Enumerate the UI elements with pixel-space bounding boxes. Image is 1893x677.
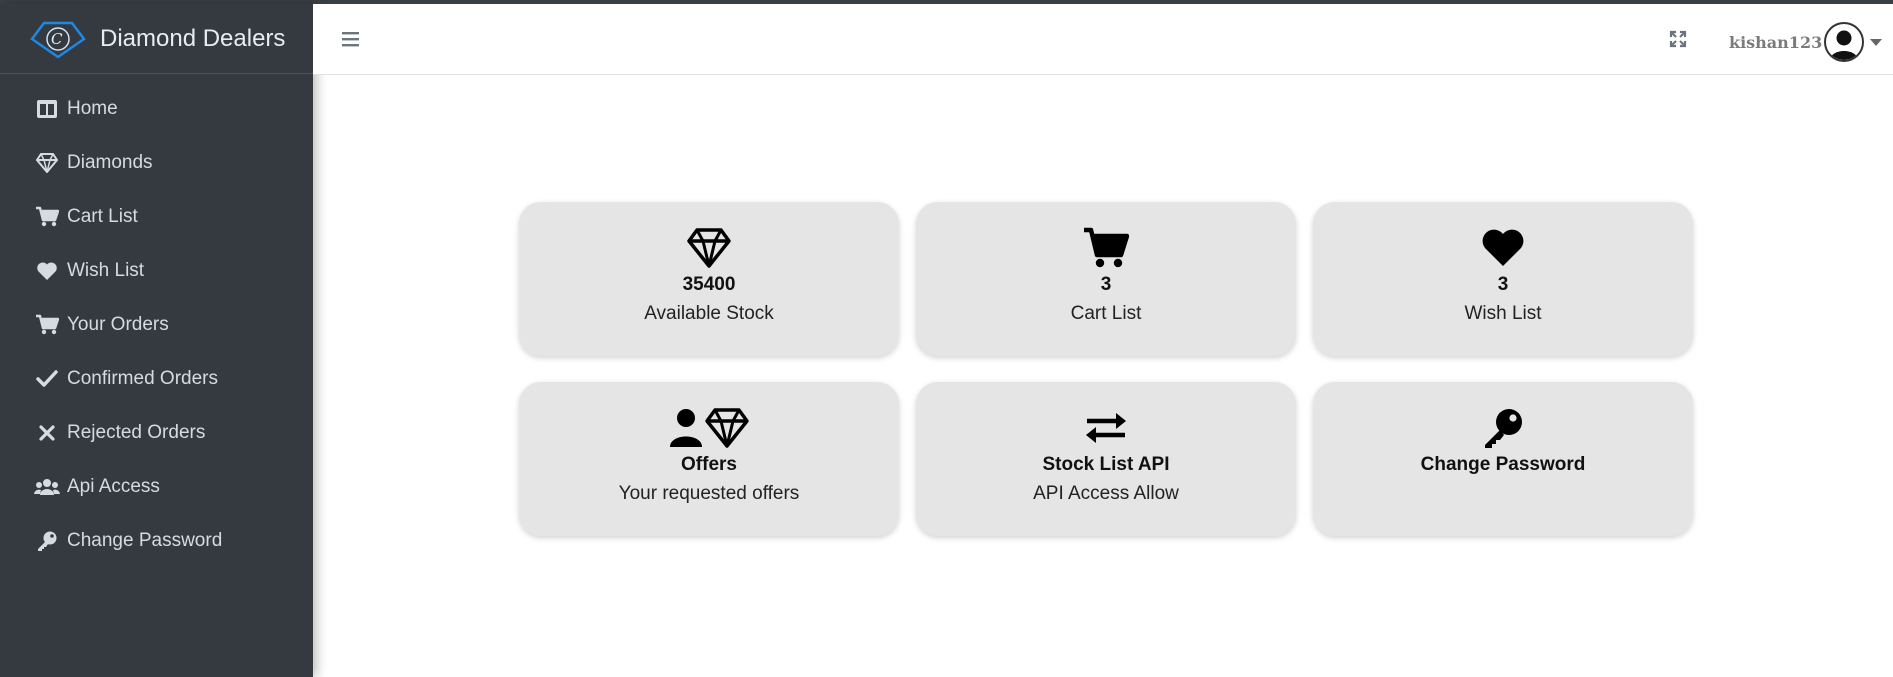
sidebar-item-label: Cart List [67,206,138,227]
heart-icon [34,260,60,282]
heart-icon [1481,226,1525,270]
card-value: 35400 [682,274,736,295]
sidebar-item-label: Home [67,98,118,119]
card-value: Change Password [1420,454,1586,475]
brand[interactable]: C Diamond Dealers [0,4,313,74]
card-label: API Access Allow [1033,483,1179,504]
card-wish-list[interactable]: 3 Wish List [1313,202,1693,356]
sidebar-item-label: Your Orders [67,314,169,335]
exchange-icon [1084,406,1128,450]
sidebar-item-wish-list[interactable]: Wish List [0,244,313,298]
user-menu[interactable]: kishan123 [1729,22,1883,62]
sidebar-item-label: Wish List [67,260,145,281]
cart-icon [34,206,60,228]
fullscreen-expand-icon[interactable] [1668,29,1688,49]
home-icon [34,98,60,120]
avatar [1824,22,1865,62]
sidebar-item-change-password[interactable]: Change Password [0,514,313,568]
card-offers[interactable]: Offers Your requested offers [519,382,899,536]
card-change-password[interactable]: Change Password [1313,382,1693,536]
cart-icon [1083,226,1129,270]
svg-text:C: C [51,30,63,48]
card-value: Stock List API [1042,454,1170,475]
users-icon [34,476,60,498]
user-diamond-icon [668,406,750,450]
sidebar-item-label: Diamonds [67,152,153,173]
card-label: Cart List [1070,303,1142,324]
chevron-down-icon [1870,38,1883,46]
card-label: Available Stock [644,303,774,324]
card-available-stock[interactable]: 35400 Available Stock [519,202,899,356]
sidebar-item-cart-list[interactable]: Cart List [0,190,313,244]
username: kishan123 [1729,32,1823,52]
cart-icon [34,314,60,336]
sidebar-item-label: Change Password [67,530,223,551]
sidebar-item-rejected-orders[interactable]: Rejected Orders [0,406,313,460]
sidebar-item-label: Confirmed Orders [67,368,218,389]
app-title: Diamond Dealers [100,24,286,52]
card-value: Offers [681,454,737,475]
top-navbar: kishan123 [313,4,1893,75]
diamond-icon [686,226,732,270]
dashboard-cards: 35400 Available Stock 3 Cart List 3 Wish… [519,202,1693,536]
x-icon [34,422,60,444]
sidebar-item-label: Rejected Orders [67,422,206,443]
sidebar-item-home[interactable]: Home [0,82,313,136]
sidebar-item-confirmed-orders[interactable]: Confirmed Orders [0,352,313,406]
logo-icon: C [26,19,90,59]
card-label: Wish List [1464,303,1542,324]
key-icon [1481,406,1525,450]
card-value: 3 [1100,274,1112,295]
sidebar-nav: Home Diamonds Cart List Wish List Your O… [0,74,313,568]
sidebar-item-label: Api Access [67,476,160,497]
sidebar-item-api-access[interactable]: Api Access [0,460,313,514]
key-icon [34,530,60,552]
check-icon [34,368,60,390]
sidebar-item-diamonds[interactable]: Diamonds [0,136,313,190]
card-value: 3 [1497,274,1509,295]
diamond-icon [34,152,60,174]
card-label: Your requested offers [618,483,800,504]
sidebar: C Diamond Dealers Home Diamonds Cart Lis… [0,4,313,677]
card-stock-list-api[interactable]: Stock List API API Access Allow [916,382,1296,536]
hamburger-menu-icon[interactable] [341,30,361,48]
sidebar-item-your-orders[interactable]: Your Orders [0,298,313,352]
card-cart-list[interactable]: 3 Cart List [916,202,1296,356]
